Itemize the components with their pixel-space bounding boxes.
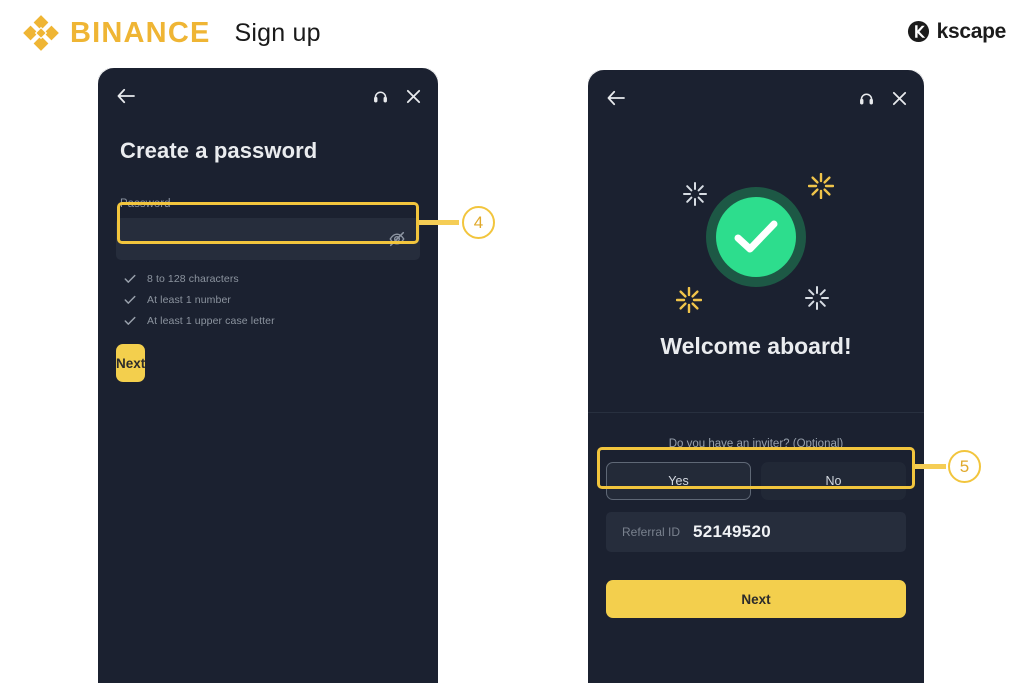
right-phone-nav-actions	[858, 90, 908, 107]
partner-name: kscape	[936, 20, 1007, 43]
requirement-text: 8 to 128 characters	[147, 273, 239, 285]
right-phone-mockup: Welcome aboard! Do you have an inviter? …	[588, 70, 924, 683]
headset-icon[interactable]	[858, 90, 875, 107]
referral-id-label: Referral ID	[622, 525, 681, 539]
page-header: BINANCE Sign up kscape	[0, 0, 1024, 66]
kscape-mark-icon	[907, 20, 929, 43]
requirement-text: At least 1 number	[147, 294, 231, 306]
check-circle-icon	[676, 172, 836, 319]
password-input[interactable]	[116, 218, 420, 260]
section-divider	[588, 412, 924, 413]
password-label: Password	[120, 198, 171, 210]
left-screen-title: Create a password	[120, 138, 318, 163]
inviter-option-no[interactable]: No	[761, 462, 906, 500]
check-icon	[124, 295, 136, 304]
password-field-wrapper	[116, 218, 420, 260]
brand-lockup: BINANCE Sign up	[22, 14, 321, 52]
arrow-left-icon[interactable]	[606, 90, 626, 106]
inviter-option-yes[interactable]: Yes	[606, 462, 751, 500]
referral-id-field[interactable]: Referral ID 52149520	[606, 512, 906, 552]
inviter-question: Do you have an inviter? (Optional)	[668, 438, 844, 450]
requirement-item: At least 1 upper case letter	[124, 315, 438, 327]
referral-id-value: 52149520	[693, 522, 772, 541]
check-icon	[124, 274, 136, 283]
checkmark-icon	[734, 220, 778, 252]
welcome-heading: Welcome aboard!	[660, 332, 852, 359]
arrow-left-icon[interactable]	[116, 88, 136, 104]
page-title: Sign up	[234, 18, 321, 47]
password-requirements-list: 8 to 128 characters At least 1 number At…	[124, 273, 438, 327]
requirement-item: 8 to 128 characters	[124, 273, 438, 285]
sparkle-icon	[683, 181, 707, 206]
screenshot-root: BINANCE Sign up kscape Create a password…	[0, 0, 1024, 683]
annotation-leader-line-4	[419, 220, 459, 225]
annotation-marker-4: 4	[462, 206, 495, 239]
sparkle-icon	[808, 172, 834, 199]
check-core	[716, 196, 796, 277]
annotation-marker-5: 5	[948, 450, 981, 483]
left-phone-mockup: Create a password Password 8 to 128 char…	[98, 68, 438, 683]
brand-name: BINANCE	[70, 16, 211, 49]
inviter-toggle-group: Yes No	[606, 462, 906, 500]
sparkle-icon	[805, 285, 829, 310]
partner-logo: kscape	[907, 20, 1006, 43]
annotation-leader-line-5	[915, 464, 946, 469]
next-button[interactable]: Next	[606, 580, 906, 618]
phone-corner-left	[588, 70, 604, 86]
binance-logo-icon	[23, 15, 59, 51]
next-button[interactable]: Next	[116, 344, 146, 382]
requirement-item: At least 1 number	[124, 294, 438, 306]
sparkle-icon	[676, 286, 702, 313]
phone-corner-right	[908, 70, 924, 86]
phone-corner-right	[422, 68, 438, 84]
success-section: Welcome aboard!	[588, 126, 924, 412]
left-phone-navbar	[98, 68, 438, 124]
check-icon	[124, 316, 136, 325]
headset-icon[interactable]	[372, 88, 389, 105]
requirement-text: At least 1 upper case letter	[147, 315, 275, 327]
phone-corner-left	[98, 68, 114, 84]
left-phone-nav-actions	[372, 88, 422, 105]
close-icon[interactable]	[405, 88, 422, 105]
right-phone-navbar	[588, 70, 924, 126]
eye-off-icon[interactable]	[388, 230, 406, 248]
close-icon[interactable]	[891, 90, 908, 107]
